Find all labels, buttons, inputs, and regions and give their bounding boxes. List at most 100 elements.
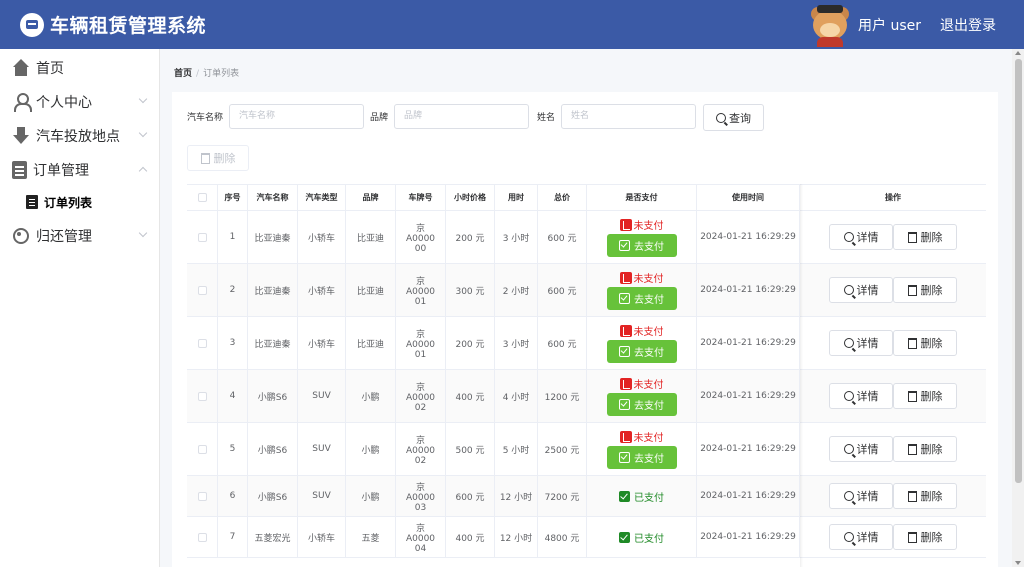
- row-checkbox[interactable]: [197, 338, 207, 348]
- detail-button[interactable]: 详情: [829, 483, 893, 509]
- search-icon: [843, 285, 854, 295]
- car-name-input[interactable]: 汽车名称: [229, 104, 365, 129]
- search-name: 姓名 姓名: [537, 104, 697, 129]
- cell-index: 5: [218, 423, 248, 475]
- header-cell[interactable]: 小时价格: [446, 185, 495, 210]
- header-cell[interactable]: 使用时间: [697, 185, 800, 210]
- header-cell[interactable]: 是否支付: [587, 185, 697, 210]
- header-cell: 操作: [885, 193, 901, 202]
- row-checkbox[interactable]: [197, 391, 207, 401]
- avatar[interactable]: [808, 3, 852, 47]
- header-cell[interactable]: 用时: [495, 185, 538, 210]
- sidebar-item-order-management[interactable]: 订单管理: [0, 153, 160, 187]
- cell-brand: 比亚迪: [346, 211, 396, 263]
- sidebar-subitem-order-list[interactable]: 订单列表: [0, 187, 160, 217]
- payment-status: 已支付: [619, 530, 664, 545]
- delete-button[interactable]: 删除: [893, 383, 957, 409]
- table-row: 3 比亚迪秦 小轿车 比亚迪 京A0000 01 200 元3 小时 600 元未支付 去支付…: [187, 317, 986, 370]
- chevron-down-icon: [138, 94, 148, 104]
- pay-button[interactable]: 去支付: [606, 340, 677, 363]
- header-cell[interactable]: 车牌号: [396, 185, 446, 210]
- detail-button[interactable]: 详情: [829, 524, 893, 550]
- unpaid-icon: [619, 324, 632, 337]
- cell-hourly: 200 元: [446, 317, 495, 369]
- delete-button[interactable]: 删除: [893, 277, 957, 303]
- query-button-label: 查询: [729, 111, 751, 125]
- chevron-down-icon: [138, 128, 148, 138]
- sidebar-item-return-management[interactable]: 归还管理: [0, 219, 160, 253]
- pay-button[interactable]: 去支付: [606, 446, 677, 469]
- header-cell[interactable]: 品牌: [346, 185, 396, 210]
- pay-button[interactable]: 去支付: [606, 393, 677, 416]
- header-cell[interactable]: 汽车类型: [298, 185, 346, 210]
- delete-button-label: 删除: [920, 443, 943, 456]
- avatar-face: [820, 22, 840, 37]
- cell-hours: 5 小时: [495, 423, 538, 475]
- cell-car-type: SUV: [298, 423, 346, 475]
- header-cell[interactable]: 序号: [218, 185, 248, 210]
- breadcrumb-home[interactable]: 首页: [174, 69, 192, 79]
- detail-button[interactable]: 详情: [829, 330, 893, 356]
- cell-car-type: 小轿车: [298, 517, 346, 557]
- row-checkbox[interactable]: [197, 491, 207, 501]
- delete-button[interactable]: 删除: [893, 483, 957, 509]
- brand-input[interactable]: 品牌: [394, 104, 530, 129]
- cell-payment-status: 未支付 去支付: [587, 370, 697, 422]
- header-cell[interactable]: 汽车名称: [248, 185, 298, 210]
- cell-plate: 京A0000 01: [396, 264, 446, 316]
- name-input[interactable]: 姓名: [561, 104, 697, 129]
- logout-link[interactable]: 退出登录: [940, 15, 996, 35]
- payment-status: 未支付 去支付: [606, 270, 677, 310]
- detail-button[interactable]: 详情: [829, 224, 893, 250]
- detail-button-label: 详情: [856, 337, 879, 350]
- cell-index: 1: [218, 211, 248, 263]
- delete-button[interactable]: 删除: [893, 224, 957, 250]
- query-button[interactable]: 查询: [703, 104, 764, 131]
- row-checkbox[interactable]: [197, 532, 207, 542]
- delete-button-label: 删除: [920, 531, 943, 544]
- scroll-down-icon[interactable]: [1015, 561, 1021, 565]
- cell-actions: 详情 删除: [800, 264, 986, 316]
- detail-button[interactable]: 详情: [829, 277, 893, 303]
- row-select-cell: [187, 423, 218, 475]
- detail-button[interactable]: 详情: [829, 383, 893, 409]
- sidebar-item-car-locations[interactable]: 汽车投放地点: [0, 119, 160, 153]
- cell-hourly: 600 元: [446, 476, 495, 516]
- cell-brand: 小鹏: [346, 423, 396, 475]
- row-checkbox[interactable]: [197, 232, 207, 242]
- row-checkbox[interactable]: [197, 444, 207, 454]
- cell-use-time: 2024-01-21 16:29:29: [697, 211, 800, 263]
- delete-button[interactable]: 删除: [893, 436, 957, 462]
- sidebar-item-home[interactable]: 首页: [0, 51, 160, 85]
- page-scrollbar[interactable]: [1012, 49, 1024, 567]
- cell-total: 600 元: [538, 317, 587, 369]
- sidebar-item-personal-center[interactable]: 个人中心: [0, 85, 160, 119]
- cell-total: 2500 元: [538, 423, 587, 475]
- unpaid-icon: [619, 271, 632, 284]
- search-icon: [843, 232, 854, 242]
- unpaid-icon: [619, 218, 632, 231]
- return-icon: [12, 227, 30, 245]
- scroll-up-icon[interactable]: [1015, 51, 1021, 55]
- pay-button[interactable]: 去支付: [606, 234, 677, 257]
- cell-plate: 京A0000 02: [396, 370, 446, 422]
- pay-button[interactable]: 去支付: [606, 287, 677, 310]
- header-cell[interactable]: 总价: [538, 185, 587, 210]
- paid-check-icon: [619, 531, 630, 543]
- scroll-thumb[interactable]: [1015, 59, 1022, 483]
- cell-car-name: 比亚迪秦: [248, 317, 298, 369]
- delete-button[interactable]: 删除: [893, 330, 957, 356]
- batch-delete-button[interactable]: 删除: [187, 145, 249, 171]
- cell-use-time: 2024-01-21 16:29:29: [697, 517, 800, 557]
- delete-button[interactable]: 删除: [893, 524, 957, 550]
- cell-actions: 详情 删除: [800, 476, 986, 516]
- cell-plate: 京A0000 03: [396, 476, 446, 516]
- row-checkbox[interactable]: [197, 285, 207, 295]
- sidebar-item-label: 个人中心: [36, 95, 92, 111]
- unpaid-text: 未支付: [633, 327, 664, 338]
- detail-button[interactable]: 详情: [829, 436, 893, 462]
- search-icon: [843, 391, 854, 401]
- user-icon: [12, 93, 32, 112]
- select-all-checkbox[interactable]: [197, 193, 207, 202]
- cell-car-name: 小鹏S6: [248, 476, 298, 516]
